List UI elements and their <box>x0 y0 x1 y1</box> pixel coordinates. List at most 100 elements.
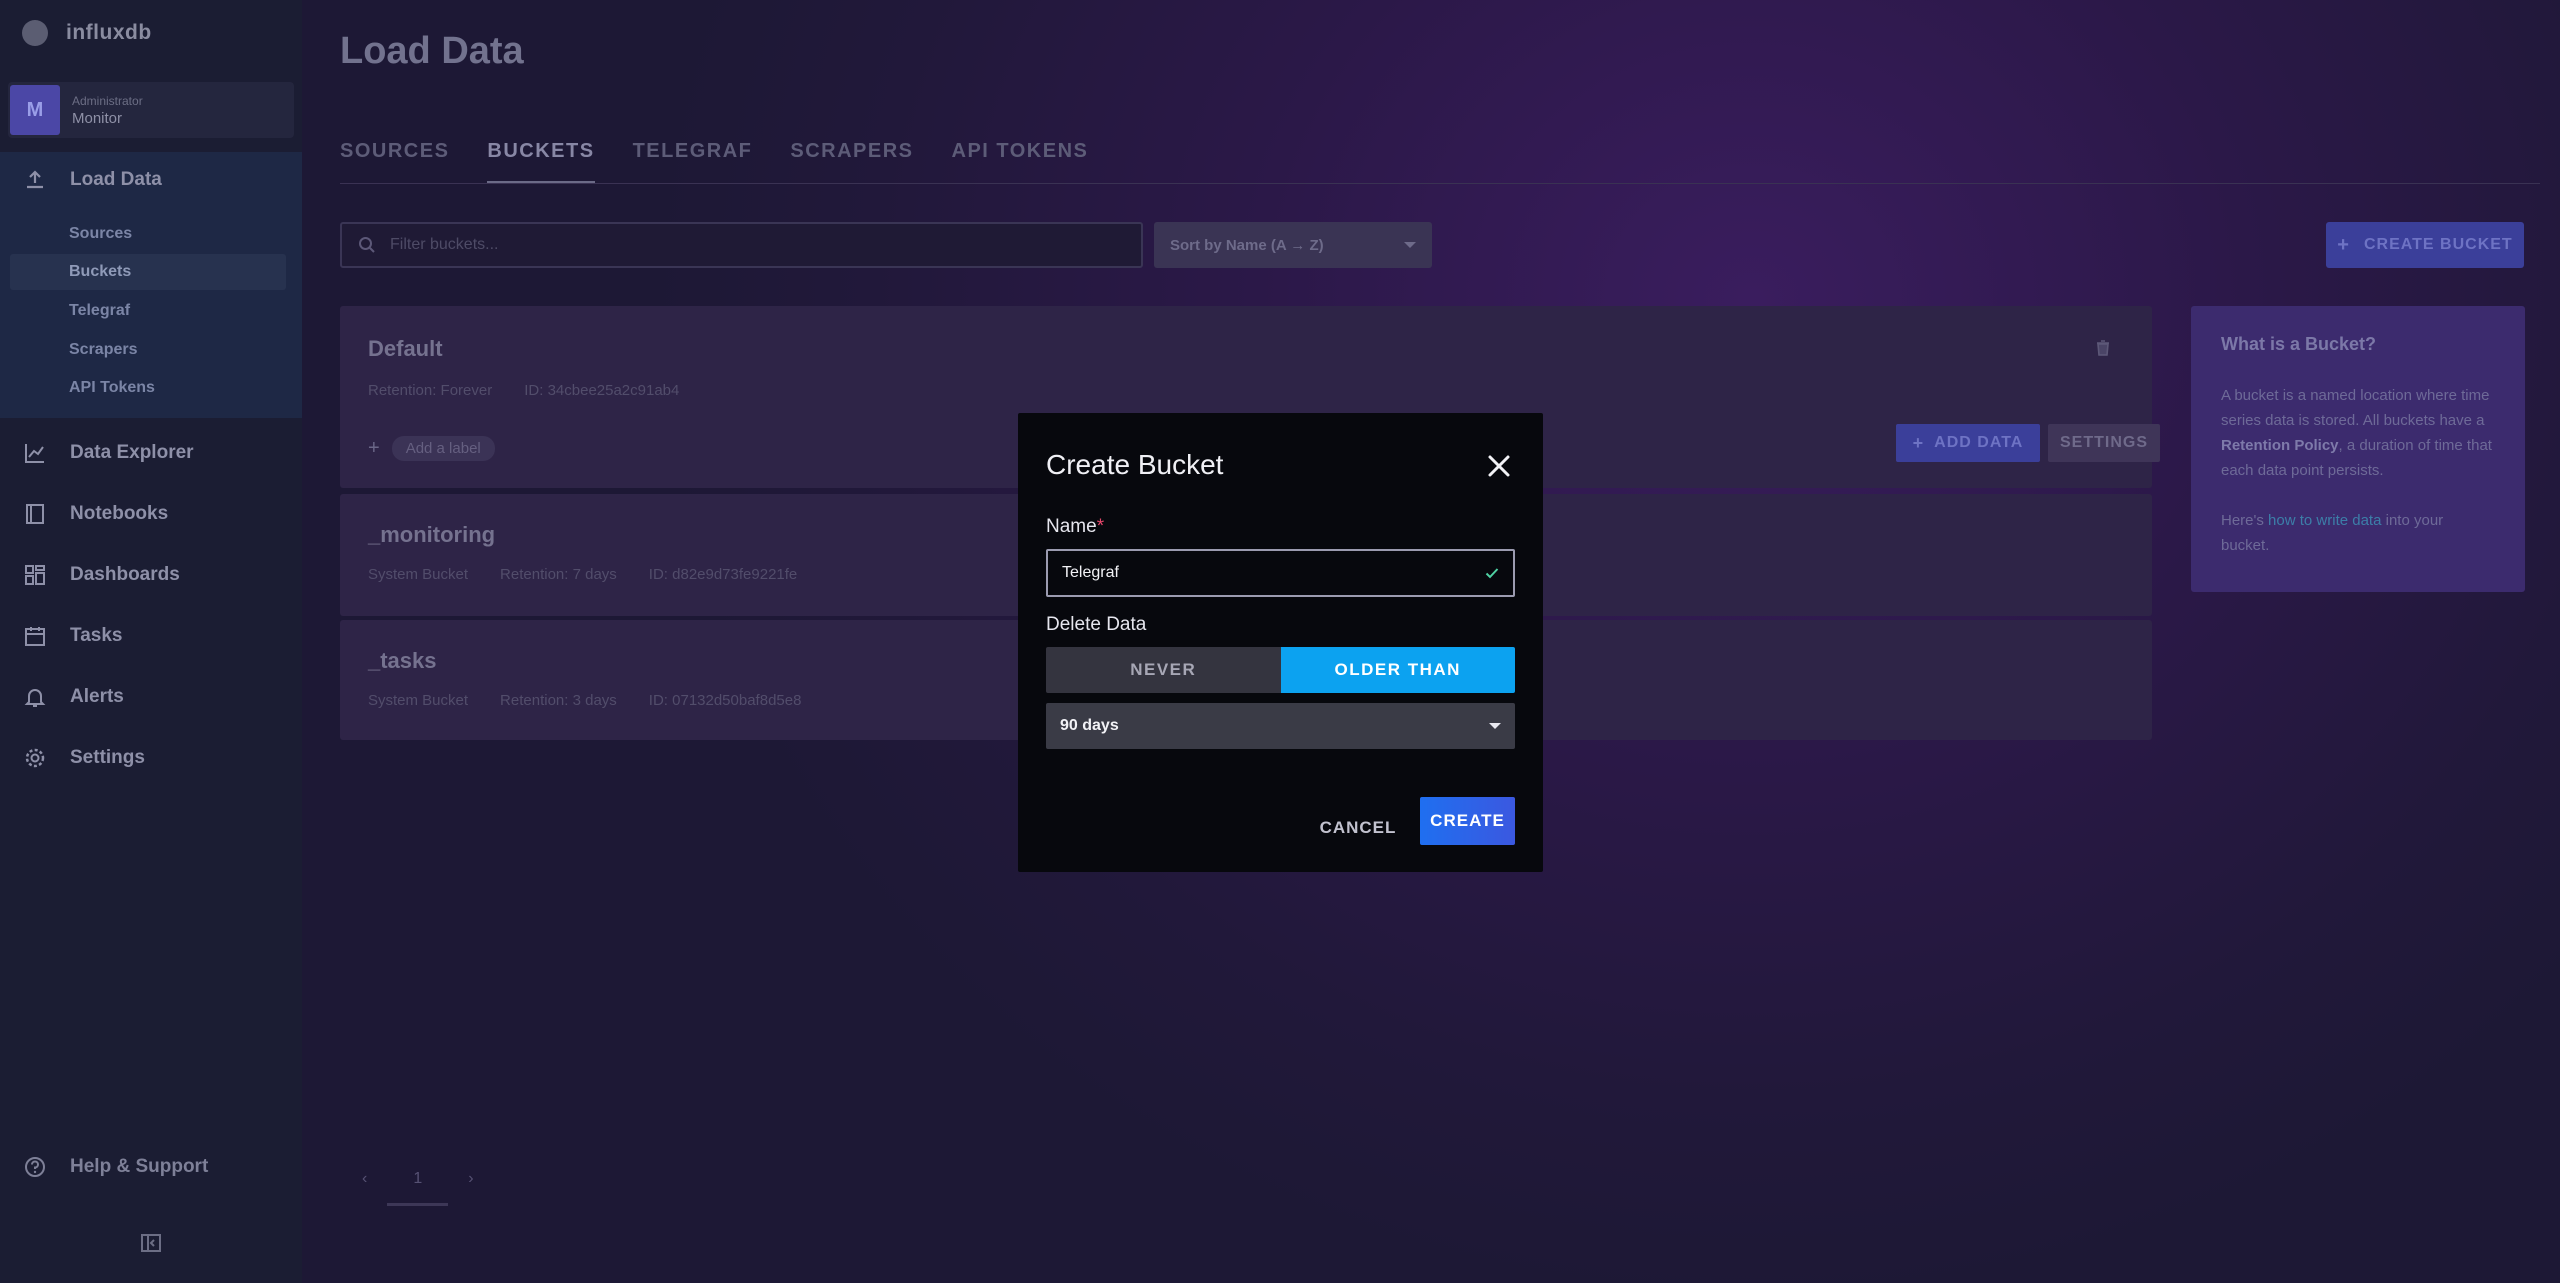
upload-icon <box>24 169 46 191</box>
name-label-text: Name <box>1046 516 1097 537</box>
info-title: What is a Bucket? <box>2221 334 2377 354</box>
create-button[interactable]: CREATE <box>1420 797 1515 845</box>
org-switcher[interactable]: M Administrator Monitor <box>8 82 294 138</box>
bucket-type: System Bucket <box>368 692 469 709</box>
sidebar-subitem-telegraf[interactable]: Telegraf <box>10 293 286 329</box>
page-number[interactable]: 1 <box>387 1170 449 1206</box>
write-data-link[interactable]: how to write data <box>2268 512 2381 529</box>
bucket-retention: Retention: 7 days <box>500 566 617 583</box>
bucket-name-input[interactable]: Telegraf <box>1046 549 1515 597</box>
create-bucket-label: CREATE BUCKET <box>2363 236 2513 253</box>
help-label: Help & Support <box>70 1156 209 1177</box>
delete-data-toggle: NEVER OLDER THAN <box>1046 647 1515 693</box>
sidebar-item-label: Data Explorer <box>70 442 194 463</box>
brand[interactable]: influxdb <box>22 20 152 46</box>
avatar: M <box>10 85 60 135</box>
sidebar-item-label: Tasks <box>70 625 123 646</box>
add-data-button[interactable]: + ADD DATA <box>1896 424 2040 462</box>
info-paragraph: Here's how to write data into your bucke… <box>2221 508 2495 558</box>
bucket-settings-button[interactable]: SETTINGS <box>2048 424 2160 462</box>
bucket-id: ID: 07132d50baf8d5e8 <box>648 692 802 709</box>
trash-icon[interactable] <box>2096 340 2110 356</box>
notebook-icon <box>24 503 46 525</box>
create-bucket-button[interactable]: + CREATE BUCKET <box>2326 222 2524 268</box>
info-paragraph: A bucket is a named location where time … <box>2221 383 2495 483</box>
what-is-bucket-panel: What is a Bucket? A bucket is a named lo… <box>2191 306 2525 592</box>
load-data-section: Load Data Sources Buckets Telegraf Scrap… <box>0 152 302 418</box>
bucket-meta: Retention: Forever ID: 34cbee25a2c91ab4 <box>368 382 711 399</box>
sidebar-item-label: Load Data <box>70 169 162 190</box>
bucket-name-value: Telegraf <box>1062 564 1119 581</box>
cancel-button[interactable]: CANCEL <box>1318 805 1398 851</box>
add-data-label: ADD DATA <box>1934 434 2024 451</box>
bucket-id: ID: 34cbee25a2c91ab4 <box>524 382 680 399</box>
chevron-left-icon[interactable]: ‹ <box>362 1170 367 1188</box>
sidebar-item-notebooks[interactable]: Notebooks <box>0 486 302 542</box>
sidebar: influxdb M Administrator Monitor Load Da… <box>0 0 302 1283</box>
sidebar-subitem-buckets[interactable]: Buckets <box>10 254 286 290</box>
search-icon <box>359 237 375 253</box>
tab-buckets[interactable]: BUCKETS <box>487 140 595 184</box>
sidebar-item-label: Settings <box>70 747 145 768</box>
sidebar-item-tasks[interactable]: Tasks <box>0 608 302 664</box>
tab-telegraf[interactable]: TELEGRAF <box>633 140 753 184</box>
chevron-down-icon <box>1404 242 1416 248</box>
bucket-retention: Retention: 3 days <box>500 692 617 709</box>
sidebar-item-dashboards[interactable]: Dashboards <box>0 547 302 603</box>
gear-icon <box>24 747 46 769</box>
sidebar-item-label: Alerts <box>70 686 124 707</box>
required-marker: * <box>1096 516 1105 537</box>
tab-api-tokens[interactable]: API TOKENS <box>952 140 1089 184</box>
bucket-meta: System Bucket Retention: 7 days ID: d82e… <box>368 566 829 583</box>
sidebar-item-alerts[interactable]: Alerts <box>0 669 302 725</box>
close-icon[interactable] <box>1486 453 1512 479</box>
bucket-retention: Retention: Forever <box>368 382 493 399</box>
bucket-name[interactable]: _monitoring <box>368 522 495 548</box>
sidebar-item-load-data[interactable]: Load Data <box>0 152 162 208</box>
duration-value: 90 days <box>1060 717 1119 734</box>
tab-bar: SOURCES BUCKETS TELEGRAF SCRAPERS API TO… <box>340 140 1126 184</box>
sidebar-item-settings[interactable]: Settings <box>0 730 302 786</box>
influxdb-logo-icon <box>22 20 48 46</box>
plus-icon: + <box>1912 432 1925 453</box>
bucket-name[interactable]: _tasks <box>368 648 437 674</box>
dashboard-icon <box>24 564 46 586</box>
bucket-name[interactable]: Default <box>368 336 443 362</box>
filter-buckets-input[interactable]: Filter buckets... <box>340 222 1143 268</box>
tab-scrapers[interactable]: SCRAPERS <box>790 140 913 184</box>
tab-sources[interactable]: SOURCES <box>340 140 449 184</box>
sidebar-subitem-scrapers[interactable]: Scrapers <box>10 332 286 368</box>
never-option[interactable]: NEVER <box>1046 647 1281 693</box>
help-circle-icon <box>24 1156 46 1178</box>
sidebar-subitem-api-tokens[interactable]: API Tokens <box>10 370 286 406</box>
sort-label: Sort by Name (A → Z) <box>1170 236 1324 254</box>
line-chart-icon <box>24 442 46 464</box>
info-text-part: A bucket is a named location where time … <box>2221 387 2490 429</box>
sidebar-item-label: Notebooks <box>70 503 169 524</box>
pagination: ‹ 1 › <box>362 1170 474 1206</box>
plus-icon: + <box>2337 233 2350 256</box>
retention-duration-dropdown[interactable]: 90 days <box>1046 703 1515 749</box>
sidebar-subitem-sources[interactable]: Sources <box>10 216 286 252</box>
chevron-down-icon <box>1489 723 1501 729</box>
add-label-button[interactable]: + Add a label <box>368 436 495 461</box>
org-role: Administrator <box>72 93 143 108</box>
older-than-option[interactable]: OLDER THAN <box>1280 647 1515 693</box>
chevron-right-icon[interactable]: › <box>468 1170 473 1188</box>
bell-icon <box>24 686 46 708</box>
collapse-sidebar-icon[interactable] <box>141 1234 161 1252</box>
page-title: Load Data <box>340 30 524 72</box>
sidebar-item-help[interactable]: Help & Support <box>24 1156 208 1178</box>
add-label-pill: Add a label <box>391 436 495 461</box>
sidebar-item-label: Dashboards <box>70 564 180 585</box>
org-name: Monitor <box>72 109 123 127</box>
sidebar-item-data-explorer[interactable]: Data Explorer <box>0 425 302 481</box>
bucket-meta: System Bucket Retention: 3 days ID: 0713… <box>368 692 833 709</box>
sort-dropdown[interactable]: Sort by Name (A → Z) <box>1154 222 1432 268</box>
filter-placeholder: Filter buckets... <box>390 236 499 253</box>
create-bucket-dialog: Create Bucket Name* Telegraf Delete Data… <box>1018 413 1543 872</box>
dialog-title: Create Bucket <box>1046 449 1224 480</box>
tabs-divider <box>340 183 2540 184</box>
bucket-id: ID: d82e9d73fe9221fe <box>648 566 798 583</box>
check-icon <box>1485 568 1499 579</box>
